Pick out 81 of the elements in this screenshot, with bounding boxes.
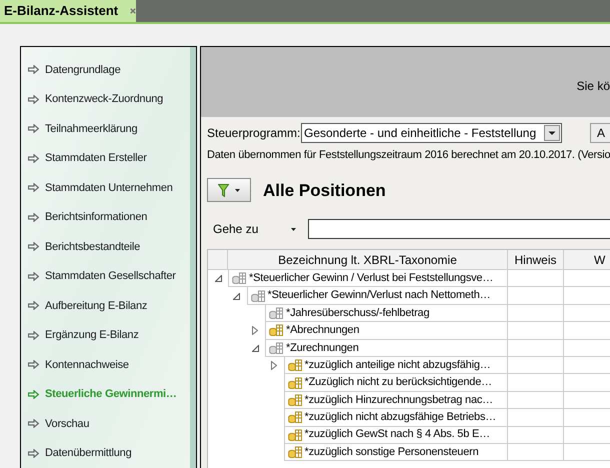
nav-item[interactable]: Vorschau (28, 409, 190, 438)
tree-cell[interactable]: *Jahresüberschuss/-fehlbetrag (265, 304, 508, 322)
nav-item[interactable]: Aufbereitung E-Bilanz (28, 291, 190, 320)
arrow-right-icon (28, 242, 39, 252)
collapse-triangle-icon[interactable] (233, 292, 240, 300)
arrow-right-icon (28, 390, 39, 399)
tree-cell[interactable]: *Steuerlicher Gewinn/Verlust nach Nettometh… (246, 287, 508, 305)
column-header[interactable]: Hinweis (508, 250, 564, 269)
arrow-right-icon (28, 272, 39, 281)
caret-icon[interactable] (291, 228, 296, 230)
arrow-right-icon (28, 419, 39, 428)
caret-icon (235, 188, 240, 192)
nav-item[interactable]: Kontennachweise (28, 350, 190, 380)
nav-item[interactable]: Berichtsinformationen (28, 202, 190, 232)
notice-text: Sie kö (576, 78, 610, 95)
table-cell (508, 409, 564, 427)
tree-cell[interactable]: *zuzüglich GewSt nach § 4 Abs. 5b E… (284, 426, 508, 444)
coins-table-icon (250, 290, 264, 302)
table-cell (508, 304, 564, 322)
arrow-right-icon (28, 212, 39, 222)
coins-table-icon (232, 272, 246, 284)
action-button[interactable]: A (590, 123, 610, 143)
field-label: Steuerprogramm: (207, 125, 301, 142)
coins-table-icon (288, 446, 302, 458)
coins-table-icon (288, 359, 302, 372)
coins-table-icon (269, 342, 283, 354)
table-cell (508, 340, 564, 357)
table-cell (508, 287, 564, 305)
section-title: Alle Positionen (263, 180, 386, 202)
coins-table-icon (288, 411, 302, 424)
nav-item[interactable]: Datengrundlage (28, 55, 190, 84)
nav-item[interactable]: Kontenzweck-Zuordnung (28, 84, 190, 114)
goto-label: Gehe zu (213, 221, 260, 238)
table-cell (508, 374, 564, 392)
nav-item[interactable]: Stammdaten Unternehmen (28, 173, 190, 202)
table-cell (508, 322, 564, 340)
tree-cell[interactable]: *Steuerlicher Gewinn / Verlust bei Feststellungsve… (228, 270, 508, 288)
table-cell (508, 426, 564, 444)
tree-cell[interactable]: *zuzüglich anteilige nicht abzugsfähig… (284, 356, 508, 374)
coins-table-icon (269, 306, 283, 319)
arrow-right-icon (28, 448, 39, 458)
nav-item[interactable]: Ergänzung E-Bilanz (28, 320, 190, 350)
expand-triangle-icon[interactable] (252, 326, 258, 336)
expand-triangle-icon[interactable] (270, 361, 276, 370)
coins-table-icon (288, 394, 302, 406)
table-cell (508, 392, 564, 410)
tree-cell[interactable]: *Zuzüglich nicht zu berücksichtigende… (284, 374, 508, 392)
arrow-right-icon (28, 330, 39, 340)
nav-item[interactable]: Teilnahmeerklärung (28, 114, 190, 144)
table-cell (508, 444, 564, 462)
nav-item[interactable]: Stammdaten Ersteller (28, 144, 190, 173)
column-header[interactable]: W (564, 250, 610, 269)
collapse-triangle-icon[interactable] (252, 344, 258, 352)
filter-button[interactable] (207, 178, 251, 202)
table-cell (508, 356, 564, 374)
arrow-right-icon (28, 94, 39, 104)
tree-cell[interactable]: *zuzüglich sonstige Personensteuern (284, 444, 508, 462)
tree-cell[interactable]: *zuzüglich Hinzurechnungsbetrag nac… (284, 392, 508, 410)
tree-cell[interactable]: *zuzüglich nicht abzugsfähige Betriebs… (284, 409, 508, 427)
info-text: Daten übernommen für Feststellungszeitraum 2016 berechnet am 20.10.2017. (Versio (207, 148, 610, 163)
document-tab[interactable]: E-Bilanz-Assistent (0, 0, 136, 22)
arrow-right-icon (28, 301, 39, 310)
nav-item[interactable]: Berichtsbestandteile (28, 232, 190, 262)
coins-table-icon (288, 376, 302, 389)
column-header[interactable]: Bezeichnung lt. XBRL-Taxonomie (228, 250, 508, 269)
tree-cell[interactable]: *Abrechnungen (265, 322, 508, 340)
tree-cell[interactable]: *Zurechnungen (265, 340, 508, 357)
arrow-right-icon (28, 360, 39, 370)
goto-input[interactable] (308, 219, 610, 239)
arrow-right-icon (28, 65, 39, 74)
close-icon[interactable] (130, 7, 136, 15)
nav-item[interactable]: Datenübermittlung (28, 438, 190, 468)
filter-icon (218, 184, 229, 197)
arrow-right-icon (28, 154, 39, 163)
collapse-triangle-icon[interactable] (214, 275, 222, 282)
program-select[interactable]: Gesonderte - und einheitliche - Feststellung (301, 123, 562, 143)
arrow-right-icon (28, 183, 39, 192)
coins-table-icon (288, 428, 302, 441)
arrow-right-icon (28, 124, 39, 134)
coins-table-icon (269, 324, 283, 336)
nav-item[interactable]: Stammdaten Gesellschafter (28, 262, 190, 291)
